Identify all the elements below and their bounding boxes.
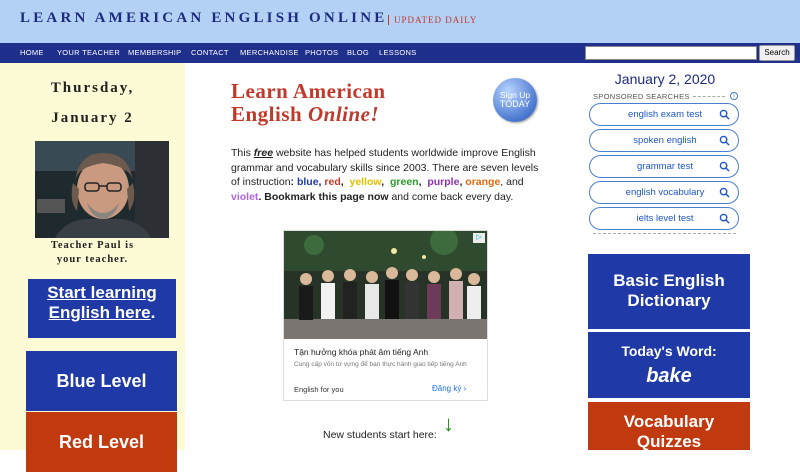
new-students-label: New students start here:: [323, 429, 437, 441]
intro-and: , and: [500, 176, 524, 188]
search-button[interactable]: Search: [759, 45, 795, 61]
ad-description: Cung cấp vốn từ vựng để bạn thực hành gi…: [294, 361, 467, 368]
sponsored-search-item[interactable]: ielts level test: [589, 207, 739, 230]
nav-membership[interactable]: MEMBERSHIP: [128, 48, 181, 57]
level-link-purple[interactable]: purple: [427, 176, 459, 188]
level-link-orange[interactable]: orange: [465, 176, 500, 188]
day-of-week: Thursday,: [50, 80, 135, 96]
sign-up-button[interactable]: Sign Up TODAY: [493, 78, 537, 122]
level-link-green[interactable]: green: [390, 176, 419, 188]
todays-word-value[interactable]: bake: [588, 365, 750, 388]
page-title-online: Online!: [307, 102, 380, 126]
teacher-caption-line1: Teacher Paul is: [50, 240, 135, 251]
search-icon: [719, 135, 730, 146]
ad-source: English for you: [294, 385, 344, 394]
start-learning-line1[interactable]: Start learning: [28, 283, 176, 303]
ad-headline[interactable]: Tận hưởng khóa phát âm tiếng Anh: [294, 347, 428, 357]
search-icon: [719, 161, 730, 172]
level-link-red[interactable]: red: [324, 176, 340, 188]
sponsored-search-item[interactable]: grammar test: [589, 155, 739, 178]
page-title: Learn American English Online!: [231, 80, 386, 126]
dictionary-line2: Dictionary: [627, 291, 711, 310]
sponsored-search-label: english vocabulary: [625, 187, 705, 198]
teacher-caption-line2: your teacher.: [56, 254, 129, 265]
start-learning-line2-wrap: English here.: [28, 303, 176, 323]
level-link-yellow[interactable]: yellow: [350, 176, 382, 188]
red-level-button[interactable]: Red Level: [26, 412, 177, 472]
intro-bookmark: . Bookmark this page now: [258, 190, 389, 203]
todays-word-box[interactable]: Today's Word: bake: [588, 332, 750, 398]
page-title-english: English: [231, 102, 308, 126]
adchoices-icon[interactable]: ▷: [473, 233, 485, 243]
basic-english-dictionary-button[interactable]: Basic English Dictionary: [588, 254, 750, 329]
teacher-photo[interactable]: [35, 141, 169, 238]
arrow-down-icon: ↓: [443, 411, 454, 436]
ad-cta-button[interactable]: Đăng ký ›: [432, 384, 466, 393]
start-learning-box[interactable]: Start learning English here.: [28, 279, 176, 338]
intro-end: and come back every day.: [388, 190, 514, 203]
start-learning-line2[interactable]: English here: [49, 303, 151, 322]
intro-text-start: This: [231, 147, 254, 159]
nav-your-teacher[interactable]: YOUR TEACHER: [57, 48, 120, 57]
current-date: January 2, 2020: [614, 71, 716, 87]
sign-up-line2: TODAY: [499, 99, 531, 109]
advertisement[interactable]: ▷ Tận hưởng khóa phát âm tiếng Anh Cung …: [283, 230, 488, 401]
sponsored-bottom-divider: [593, 233, 736, 234]
intro-paragraph: This free website has helped students wo…: [231, 147, 539, 203]
level-link-violet[interactable]: violet: [231, 191, 258, 203]
group-photo-icon: [284, 231, 487, 339]
search-input[interactable]: [585, 46, 757, 60]
search-icon: [719, 109, 730, 120]
chevron-right-icon: ›: [463, 384, 467, 393]
search-icon: [719, 187, 730, 198]
sponsored-search-label: spoken english: [633, 135, 697, 146]
site-title[interactable]: LEARN AMERICAN ENGLISH ONLINE: [20, 10, 387, 27]
nav-merchandise[interactable]: MERCHANDISE: [240, 48, 299, 57]
sponsored-search-item[interactable]: spoken english: [589, 129, 739, 152]
nav-blog[interactable]: BLOG: [347, 48, 369, 57]
vocab-quizzes-line1: Vocabulary: [623, 412, 715, 431]
sponsored-search-item[interactable]: english exam test: [589, 103, 739, 126]
level-link-blue[interactable]: blue: [297, 176, 319, 188]
sponsored-divider: [693, 96, 725, 97]
site-header: LEARN AMERICAN ENGLISH ONLINE UPDATED DA…: [0, 0, 800, 43]
nav-lessons[interactable]: LESSONS: [379, 48, 417, 57]
ad-photo[interactable]: [284, 231, 487, 339]
info-icon[interactable]: i: [730, 92, 738, 100]
sponsored-search-item[interactable]: english vocabulary: [589, 181, 739, 204]
sponsored-search-label: grammar test: [637, 161, 693, 172]
page-title-line2: English Online!: [231, 103, 386, 126]
sponsored-searches-label: SPONSORED SEARCHES: [593, 92, 690, 101]
nav-contact[interactable]: CONTACT: [191, 48, 229, 57]
page-title-line1: Learn American: [231, 79, 386, 103]
teacher-portrait-icon: [35, 141, 169, 238]
ad-cta-label: Đăng ký: [432, 384, 462, 393]
start-learning-period: .: [150, 303, 156, 322]
search-icon: [719, 213, 730, 224]
site-tagline: UPDATED DAILY: [388, 15, 477, 25]
nav-home[interactable]: HOME: [20, 48, 44, 57]
blue-level-button[interactable]: Blue Level: [26, 351, 177, 411]
vocab-quizzes-line2: Quizzes: [636, 432, 702, 451]
day-date: January 2: [51, 110, 134, 126]
vocabulary-quizzes-button[interactable]: Vocabulary Quizzes: [588, 402, 750, 451]
sponsored-search-label: english exam test: [628, 109, 702, 120]
dictionary-line1: Basic English: [613, 271, 725, 290]
nav-photos[interactable]: PHOTOS: [305, 48, 338, 57]
intro-free: free: [253, 147, 274, 159]
sponsored-search-label: ielts level test: [636, 213, 694, 224]
todays-word-label: Today's Word:: [621, 343, 717, 359]
